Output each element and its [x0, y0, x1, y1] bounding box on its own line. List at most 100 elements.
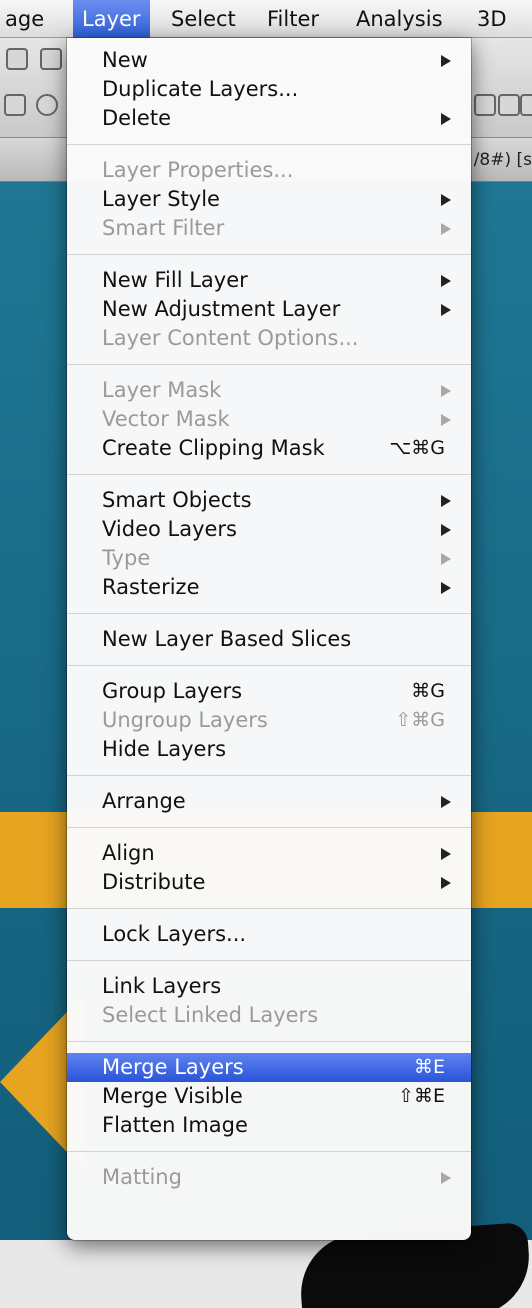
menubar-item-filter[interactable]: Filter [258, 0, 328, 38]
menubar-item-select[interactable]: Select [162, 0, 245, 38]
menu-item-label: Layer Style [102, 187, 220, 211]
menu-separator [67, 665, 471, 666]
menubar-item-analysis[interactable]: Analysis [347, 0, 452, 38]
menu-item-label: Smart Filter [102, 216, 225, 240]
menu-separator [67, 775, 471, 776]
submenu-arrow-icon [441, 877, 451, 889]
menu-item-label: Delete [102, 106, 171, 130]
submenu-arrow-icon [441, 495, 451, 507]
menu-separator [67, 1151, 471, 1152]
menu-item-label: Flatten Image [102, 1113, 248, 1137]
menu-item-label: Matting [102, 1165, 182, 1189]
menu-item-label: Ungroup Layers [102, 708, 268, 732]
menu-item-new-adjustment-layer[interactable]: New Adjustment Layer [67, 295, 471, 324]
menu-item-label: Hide Layers [102, 737, 227, 761]
submenu-arrow-icon [441, 1172, 451, 1184]
menu-item-group-layers[interactable]: Group Layers ⌘G [67, 677, 471, 706]
menu-item-label: Rasterize [102, 575, 200, 599]
menu-item-new-layer-based-slices[interactable]: New Layer Based Slices [67, 625, 471, 654]
menu-item-layer-properties: Layer Properties... [67, 156, 471, 185]
submenu-arrow-icon [441, 275, 451, 287]
menu-item-label: Merge Layers [102, 1055, 244, 1079]
menu-item-hide-layers[interactable]: Hide Layers [67, 735, 471, 764]
submenu-arrow-icon [441, 113, 451, 125]
menu-item-label: Vector Mask [102, 407, 230, 431]
submenu-arrow-icon [441, 223, 451, 235]
menu-separator [67, 474, 471, 475]
menu-item-label: Lock Layers... [102, 922, 247, 946]
menu-item-vector-mask: Vector Mask [67, 405, 471, 434]
menu-item-label: Distribute [102, 870, 206, 894]
menu-item-label: Duplicate Layers... [102, 77, 299, 101]
option-toggle-icon[interactable] [4, 94, 26, 116]
menu-item-label: New Layer Based Slices [102, 627, 352, 651]
menu-item-delete[interactable]: Delete [67, 104, 471, 133]
menu-item-shortcut: ⌥⌘G [389, 437, 445, 459]
submenu-arrow-icon [441, 55, 451, 67]
menu-item-shortcut: ⇧⌘G [395, 709, 445, 731]
menu-separator [67, 827, 471, 828]
menu-item-ungroup-layers: Ungroup Layers ⇧⌘G [67, 706, 471, 735]
menu-item-label: Create Clipping Mask [102, 436, 325, 460]
menu-item-label: Group Layers [102, 679, 243, 703]
menu-item-label: Link Layers [102, 974, 222, 998]
menu-item-label: Merge Visible [102, 1084, 243, 1108]
menu-item-smart-objects[interactable]: Smart Objects [67, 486, 471, 515]
submenu-arrow-icon [441, 796, 451, 808]
menu-item-rasterize[interactable]: Rasterize [67, 573, 471, 602]
menu-item-shortcut: ⇧⌘E [398, 1085, 445, 1107]
menu-item-label: Select Linked Layers [102, 1003, 319, 1027]
menu-item-label: New Fill Layer [102, 268, 248, 292]
menu-item-matting: Matting [67, 1163, 471, 1192]
menu-item-distribute[interactable]: Distribute [67, 868, 471, 897]
layer-menu: New Duplicate Layers... Delete Layer Proper… [67, 38, 471, 1240]
menu-item-select-linked-layers: Select Linked Layers [67, 1001, 471, 1030]
menu-item-label: Layer Properties... [102, 158, 294, 182]
menu-item-layer-style[interactable]: Layer Style [67, 185, 471, 214]
menu-separator [67, 613, 471, 614]
menu-item-shortcut: ⌘G [411, 680, 445, 702]
menu-item-merge-visible[interactable]: Merge Visible ⇧⌘E [67, 1082, 471, 1111]
menu-item-label: Align [102, 841, 155, 865]
menu-item-flatten-image[interactable]: Flatten Image [67, 1111, 471, 1140]
menubar-item-3d[interactable]: 3D [468, 0, 516, 38]
menu-item-new[interactable]: New [67, 46, 471, 75]
menu-item-label: Layer Content Options... [102, 326, 359, 350]
submenu-arrow-icon [441, 194, 451, 206]
menu-item-lock-layers[interactable]: Lock Layers... [67, 920, 471, 949]
submenu-arrow-icon [441, 385, 451, 397]
align-right-icon[interactable] [520, 94, 532, 116]
menu-separator [67, 254, 471, 255]
align-center-icon[interactable] [498, 94, 520, 116]
submenu-arrow-icon [441, 848, 451, 860]
option-field-icon[interactable] [36, 94, 58, 116]
zoom-tool-icon[interactable] [6, 48, 28, 70]
menu-item-shortcut: ⌘E [413, 1056, 445, 1078]
menubar-item-layer[interactable]: Layer [73, 0, 150, 38]
menu-separator [67, 1041, 471, 1042]
menu-separator [67, 364, 471, 365]
menu-item-label: Layer Mask [102, 378, 222, 402]
align-left-icon[interactable] [474, 94, 496, 116]
menu-item-create-clipping-mask[interactable]: Create Clipping Mask ⌥⌘G [67, 434, 471, 463]
menu-item-smart-filter: Smart Filter [67, 214, 471, 243]
menu-item-label: Video Layers [102, 517, 238, 541]
menubar-item-image[interactable]: age [0, 0, 53, 38]
menu-item-label: New Adjustment Layer [102, 297, 341, 321]
menu-item-new-fill-layer[interactable]: New Fill Layer [67, 266, 471, 295]
menu-item-label: New [102, 48, 148, 72]
menu-item-arrange[interactable]: Arrange [67, 787, 471, 816]
hand-tool-icon[interactable] [40, 48, 62, 70]
menu-item-layer-mask: Layer Mask [67, 376, 471, 405]
menu-item-label: Smart Objects [102, 488, 252, 512]
menu-bar: age Layer Select Filter Analysis 3D [0, 0, 532, 38]
menu-item-duplicate-layers[interactable]: Duplicate Layers... [67, 75, 471, 104]
submenu-arrow-icon [441, 582, 451, 594]
menu-separator [67, 144, 471, 145]
menu-item-merge-layers[interactable]: Merge Layers ⌘E [67, 1053, 471, 1082]
menu-item-type: Type [67, 544, 471, 573]
menu-item-video-layers[interactable]: Video Layers [67, 515, 471, 544]
menu-item-align[interactable]: Align [67, 839, 471, 868]
submenu-arrow-icon [441, 414, 451, 426]
menu-item-link-layers[interactable]: Link Layers [67, 972, 471, 1001]
